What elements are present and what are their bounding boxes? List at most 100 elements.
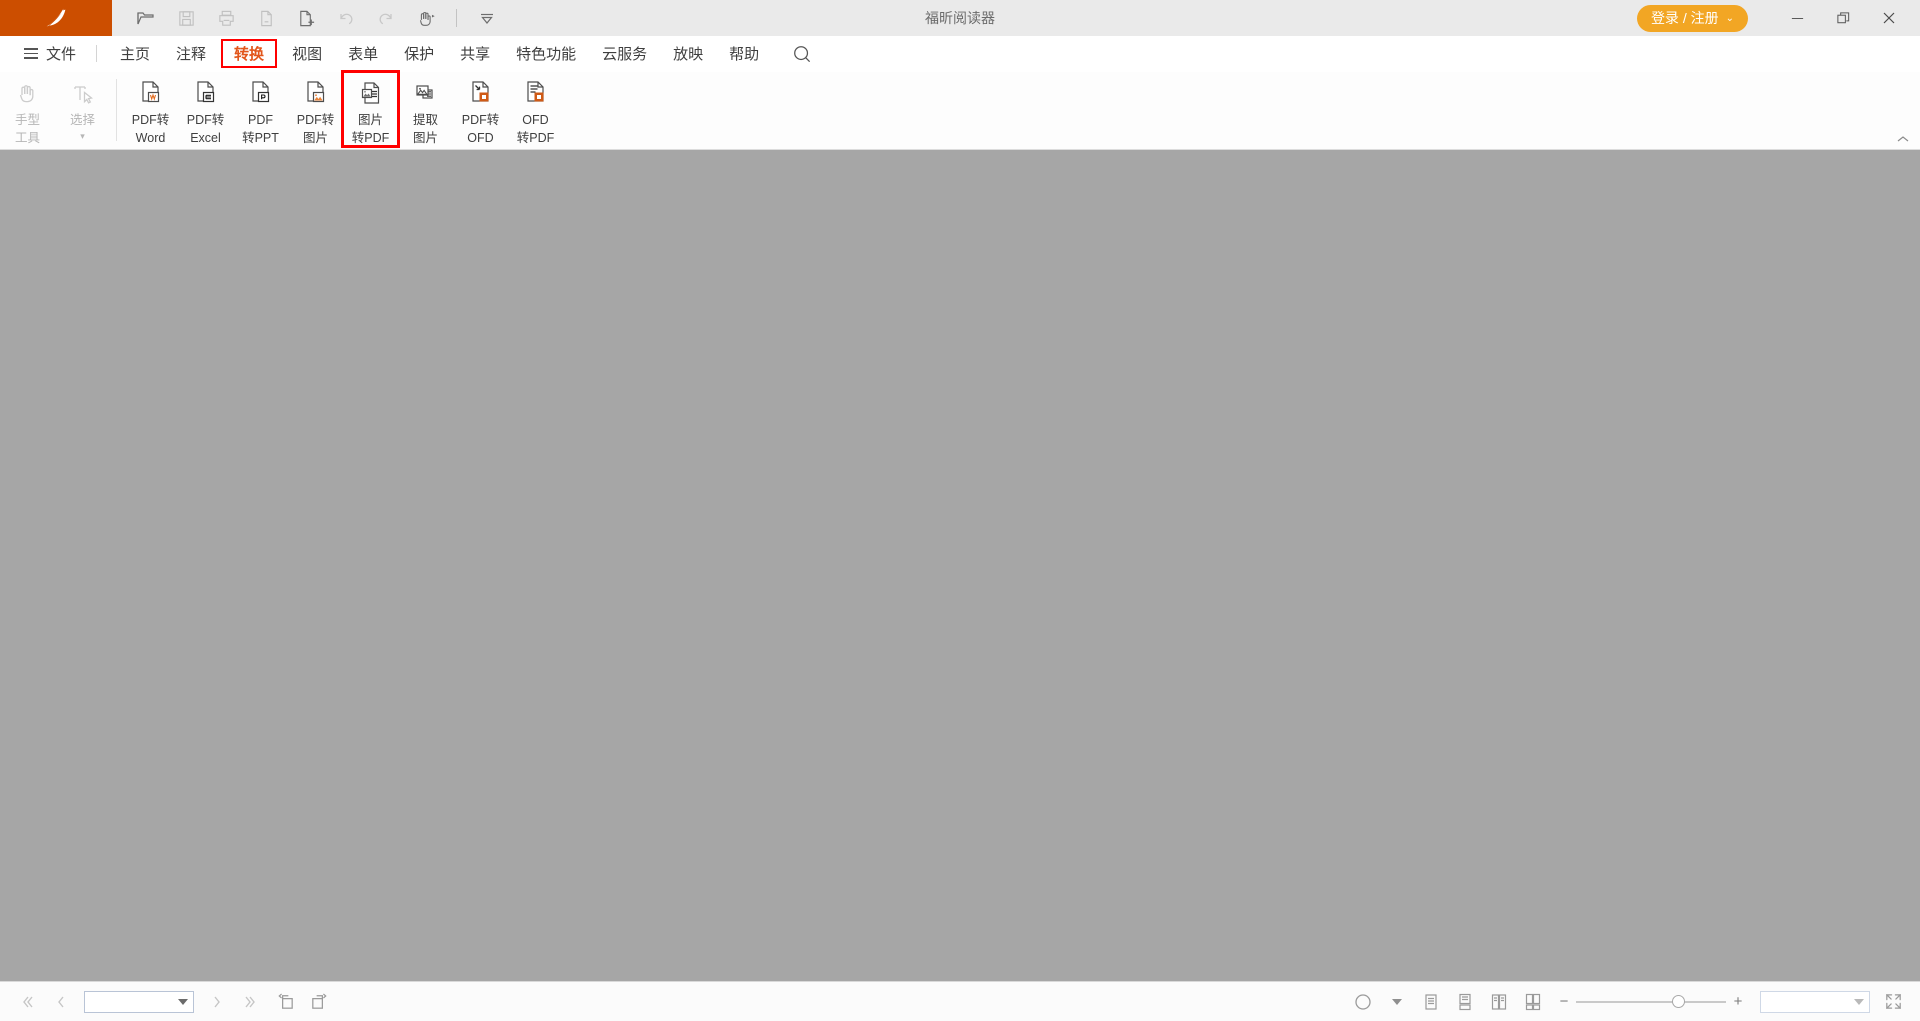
ribbon-button-ofd-to-pdf[interactable]: OFD 转PDF	[508, 72, 563, 146]
ribbon-button-image-to-pdf[interactable]: 图片 转PDF	[341, 70, 400, 148]
ribbon-label-line1: OFD	[522, 113, 549, 127]
zoom-in-button[interactable]: +	[1730, 993, 1746, 1010]
ribbon-button-pdf-to-word[interactable]: PDF转 Word	[123, 72, 178, 146]
restore-button[interactable]	[1820, 0, 1866, 36]
next-page-icon[interactable]	[200, 987, 234, 1017]
menu-divider	[96, 45, 98, 62]
create-pdf-icon[interactable]	[286, 0, 326, 36]
foxit-logo-icon	[46, 8, 66, 27]
status-bar-right: − +	[1346, 987, 1910, 1017]
hand-tool-icon	[15, 78, 41, 110]
menu-item-features[interactable]: 特色功能	[503, 39, 589, 68]
menu-item-share[interactable]: 共享	[447, 39, 503, 68]
save-icon[interactable]	[166, 0, 206, 36]
quick-access-toolbar	[112, 0, 507, 36]
login-register-button[interactable]: 登录 / 注册 ⌄	[1636, 4, 1748, 32]
ribbon-label-line1: 手型	[14, 113, 40, 127]
single-page-view-icon[interactable]	[1414, 987, 1448, 1017]
zoom-slider[interactable]: − +	[1556, 993, 1746, 1010]
menu-item-view[interactable]: 视图	[279, 39, 335, 68]
zoom-knob[interactable]	[1672, 994, 1685, 1008]
close-button[interactable]	[1866, 0, 1912, 36]
pdf-to-ppt-icon	[246, 78, 276, 110]
menu-item-present[interactable]: 放映	[660, 39, 716, 68]
ribbon-label-line2: 图片	[412, 131, 438, 145]
read-mode-chevron-down-icon[interactable]	[1380, 987, 1414, 1017]
fullscreen-icon[interactable]	[1876, 987, 1910, 1017]
email-attachment-icon[interactable]	[246, 0, 286, 36]
pdf-to-image-icon	[301, 78, 331, 110]
ribbon-button-extract-image[interactable]: 提取 图片	[398, 72, 453, 146]
search-icon[interactable]	[782, 44, 822, 64]
image-to-pdf-icon	[356, 78, 386, 110]
minimize-button[interactable]	[1774, 0, 1820, 36]
ribbon-label-line1: 图片	[357, 113, 383, 127]
ribbon-button-select-tool[interactable]: 选择 ▾	[55, 72, 110, 146]
ribbon-label-line1: 选择	[69, 113, 95, 127]
menu-item-form[interactable]: 表单	[335, 39, 391, 68]
ribbon-label-line1: PDF转	[461, 113, 500, 127]
continuous-view-icon[interactable]	[1448, 987, 1482, 1017]
ribbon-label-line2: 图片	[302, 131, 328, 145]
menu-item-cloud[interactable]: 云服务	[589, 39, 660, 68]
ribbon-button-pdf-to-ppt[interactable]: PDF 转PPT	[233, 72, 288, 146]
first-page-icon[interactable]	[10, 987, 44, 1017]
menu-item-comment[interactable]: 注释	[163, 39, 219, 68]
ribbon-group-tools: 手型 工具 选择 ▾	[0, 72, 110, 150]
zoom-track[interactable]	[1576, 994, 1726, 1008]
ribbon-toolbar: 手型 工具 选择 ▾ PDF转 Word PDF转 Excel PDF 转PPT…	[0, 70, 1920, 150]
chevron-down-icon	[178, 998, 188, 1005]
zoom-out-button[interactable]: −	[1556, 993, 1572, 1010]
extract-image-icon	[411, 78, 441, 110]
select-text-icon	[70, 78, 96, 110]
hand-tool-icon[interactable]	[406, 0, 446, 36]
title-bar: 福昕阅读器 登录 / 注册 ⌄	[0, 0, 1920, 36]
ribbon-group-divider	[116, 79, 117, 141]
customize-toolbar-icon[interactable]	[467, 0, 507, 36]
pdf-to-ofd-icon	[466, 78, 496, 110]
window-controls: 登录 / 注册 ⌄	[1636, 0, 1920, 36]
ribbon-label-line2: 转PPT	[242, 131, 279, 145]
last-page-icon[interactable]	[234, 987, 268, 1017]
chevron-up-icon[interactable]	[1896, 134, 1910, 147]
toolbar-divider	[456, 9, 457, 27]
rotate-left-icon[interactable]	[268, 987, 302, 1017]
menu-file-label: 文件	[46, 46, 77, 63]
menu-item-help[interactable]: 帮助	[716, 39, 772, 68]
chevron-down-icon: ▾	[80, 131, 85, 141]
ribbon-button-pdf-to-excel[interactable]: PDF转 Excel	[178, 72, 233, 146]
ribbon-label-line2: OFD	[467, 131, 494, 145]
document-canvas[interactable]	[0, 150, 1920, 981]
ribbon-label-line2: Excel	[190, 131, 221, 145]
app-logo	[0, 0, 112, 36]
print-icon[interactable]	[206, 0, 246, 36]
ribbon-label-line1: 提取	[412, 113, 438, 127]
facing-continuous-view-icon[interactable]	[1516, 987, 1550, 1017]
open-file-icon[interactable]	[126, 0, 166, 36]
ofd-to-pdf-icon	[521, 78, 551, 110]
page-number-input[interactable]	[84, 990, 194, 1013]
ribbon-label-line2: 转PDF	[516, 131, 555, 145]
ribbon-button-pdf-to-image[interactable]: PDF转 图片	[288, 72, 343, 146]
menu-item-home[interactable]: 主页	[107, 39, 163, 68]
status-bar: − +	[0, 981, 1920, 1021]
zoom-level-select[interactable]	[1760, 990, 1870, 1013]
ribbon-label-line2: 工具	[14, 131, 40, 145]
rotate-right-icon[interactable]	[302, 987, 336, 1017]
read-mode-icon[interactable]	[1346, 987, 1380, 1017]
redo-icon[interactable]	[366, 0, 406, 36]
facing-view-icon[interactable]	[1482, 987, 1516, 1017]
ribbon-label-line1: PDF	[248, 113, 273, 127]
menu-item-convert[interactable]: 转换	[221, 39, 278, 68]
prev-page-icon[interactable]	[44, 987, 78, 1017]
ribbon-group-convert: PDF转 Word PDF转 Excel PDF 转PPT PDF转 图片 图片…	[123, 70, 563, 150]
ribbon-label-line2: Word	[135, 131, 166, 145]
pdf-to-excel-icon	[191, 78, 221, 110]
ribbon-button-hand-tool[interactable]: 手型 工具	[0, 72, 55, 146]
ribbon-button-pdf-to-ofd[interactable]: PDF转 OFD	[453, 72, 508, 146]
menu-item-protect[interactable]: 保护	[391, 39, 447, 68]
ribbon-label-line1: PDF转	[186, 113, 225, 127]
menu-item-file[interactable]: 文件	[14, 43, 86, 64]
undo-icon[interactable]	[326, 0, 366, 36]
pdf-to-word-icon	[136, 78, 166, 110]
